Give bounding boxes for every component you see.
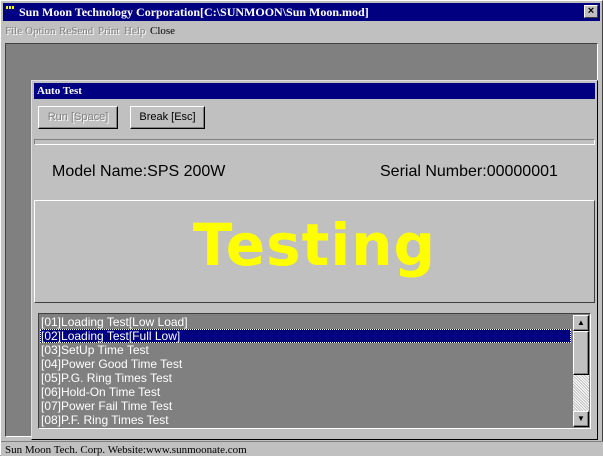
scroll-thumb[interactable] [573,331,589,375]
list-item[interactable]: [03]SetUp Time Test [40,343,571,357]
menu-help[interactable]: Help [124,25,145,37]
menu-close[interactable]: Close [150,25,175,37]
status-panel: Testing [34,200,595,303]
list-item[interactable]: [08]P.F. Ring Times Test [40,413,571,427]
status-bar: Sun Moon Tech. Corp. Website:www.sunmoon… [1,441,603,456]
test-list-items: [01]Loading Test[Low Load] [02]Loading T… [40,315,571,427]
status-text: Testing [192,211,437,279]
list-item[interactable]: [06]Hold-On Time Test [40,385,571,399]
list-item[interactable]: [01]Loading Test[Low Load] [40,315,571,329]
menu-print[interactable]: Print [98,25,119,37]
auto-test-window: Auto Test Run [Space] Break [Esc] Model … [31,80,598,440]
app-icon[interactable] [5,5,17,17]
window-title: Sun Moon Technology Corporation[C:\SUNMO… [19,5,369,19]
list-item[interactable]: [05]P.G. Ring Times Test [40,371,571,385]
menu-bar: File Option ReSend Print Help Close [3,22,600,40]
list-item-selected[interactable]: [02]Loading Test[Full Low] [40,329,571,343]
run-button[interactable]: Run [Space] [38,106,118,129]
scroll-up-icon[interactable]: ▲ [573,315,589,331]
status-bar-text: Sun Moon Tech. Corp. Website:www.sunmoon… [5,444,247,456]
main-window: Sun Moon Technology Corporation[C:\SUNMO… [0,0,603,456]
list-scrollbar[interactable]: ▲ ▼ [573,315,589,427]
break-button[interactable]: Break [Esc] [130,106,205,129]
progress-bar [34,139,595,145]
list-item[interactable]: [07]Power Fail Time Test [40,399,571,413]
serial-number: Serial Number:00000001 [380,163,558,180]
scroll-down-icon[interactable]: ▼ [573,411,589,427]
menu-resend[interactable]: ReSend [59,25,93,37]
test-list[interactable]: [01]Loading Test[Low Load] [02]Loading T… [38,313,591,429]
list-item[interactable]: [04]Power Good Time Test [40,357,571,371]
menu-option[interactable]: Option [25,25,56,37]
close-icon[interactable]: × [584,5,598,18]
title-bar[interactable]: Sun Moon Technology Corporation[C:\SUNMO… [3,3,600,21]
model-name: Model Name:SPS 200W [52,163,226,180]
menu-file[interactable]: File [5,25,22,37]
auto-test-title: Auto Test [34,83,595,99]
